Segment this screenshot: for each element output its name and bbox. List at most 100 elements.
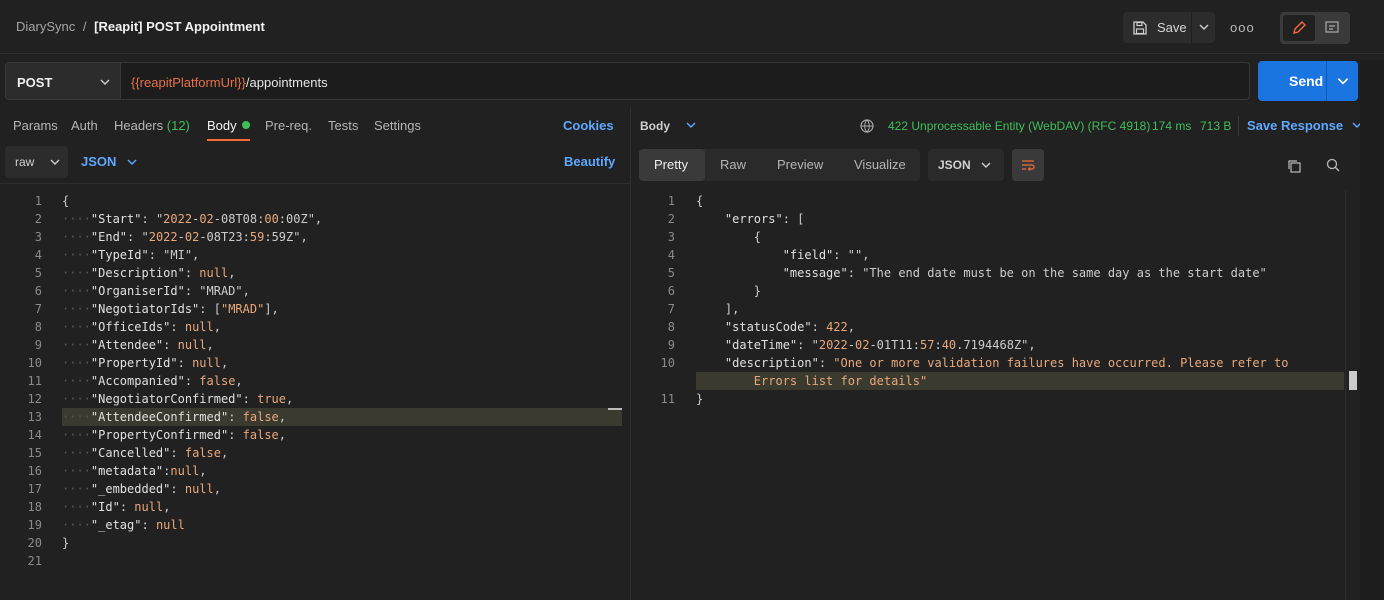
line-number: 17: [27, 482, 42, 496]
line-number: 4: [34, 248, 42, 262]
panel-separator: [0, 183, 630, 184]
code-line: }: [753, 284, 762, 298]
scroll-thumb[interactable]: [1349, 371, 1357, 390]
save-button[interactable]: Save: [1123, 12, 1215, 43]
request-title[interactable]: [Reapit] POST Appointment: [94, 19, 265, 34]
tab-body-label: Body: [207, 118, 237, 133]
more-options-icon[interactable]: ooo: [1230, 20, 1255, 35]
wrap-lines-button[interactable]: [1012, 149, 1044, 181]
cookies-link[interactable]: Cookies: [563, 118, 614, 133]
response-body-label: Body: [640, 119, 670, 133]
line-number: 15: [27, 446, 42, 460]
view-raw[interactable]: Raw: [720, 157, 746, 172]
copy-icon[interactable]: [1286, 158, 1302, 174]
line-number: 7: [34, 302, 42, 316]
search-icon[interactable]: [1325, 157, 1341, 173]
code-line: ····"OfficeIds": null,: [62, 320, 221, 334]
code-line: ····"Attendee": null,: [62, 338, 214, 352]
code-line: ],: [724, 302, 740, 316]
code-line: "message": "The end date must be on the …: [782, 266, 1267, 280]
line-numbers: 1 2 3 4 5 6 7 8 9 10 11 12 13 14 15 16 17 18 19 20 21: [0, 192, 42, 570]
code-line: ····"Description": null,: [62, 266, 236, 280]
right-sidebar-edge: [1360, 60, 1384, 600]
line-number: 7: [667, 302, 675, 316]
tab-params[interactable]: Params: [13, 118, 58, 133]
request-header: DiarySync / [Reapit] POST Appointment Sa…: [0, 0, 1384, 54]
response-size[interactable]: 713 B: [1200, 119, 1231, 133]
url-path: /appointments: [245, 75, 328, 90]
line-number: 8: [667, 320, 675, 334]
chevron-down-icon[interactable]: [1198, 21, 1210, 33]
body-mode-select[interactable]: raw: [5, 146, 68, 178]
divider: [1238, 116, 1239, 136]
line-number: 9: [667, 338, 675, 352]
edit-mode-button[interactable]: [1283, 15, 1315, 41]
line-number: [636, 372, 675, 390]
breadcrumb: DiarySync / [Reapit] POST Appointment: [16, 19, 265, 34]
code-line: ····"_embedded": null,: [62, 482, 221, 496]
save-icon: [1133, 20, 1147, 35]
response-time[interactable]: 174 ms: [1152, 119, 1191, 133]
response-body-select[interactable]: Body: [640, 119, 697, 133]
chevron-down-icon: [981, 162, 991, 168]
line-number: 2: [667, 212, 675, 226]
line-number: 4: [667, 248, 675, 262]
line-number: 12: [27, 392, 42, 406]
breadcrumb-workspace[interactable]: DiarySync: [16, 19, 75, 34]
line-number: 13: [27, 410, 42, 424]
body-language-select[interactable]: JSON: [81, 154, 116, 169]
request-body-editor[interactable]: 1 2 3 4 5 6 7 8 9 10 11 12 13 14 15 16 17 18 19 20 21 {····"…: [0, 192, 622, 600]
code-line: ····"OrganiserId": "MRAD",: [62, 284, 250, 298]
method-select[interactable]: POST: [5, 62, 121, 100]
line-numbers: 1 2 3 4 5 6 7 8 9 10 11: [636, 192, 675, 408]
line-number: 2: [34, 212, 42, 226]
save-label: Save: [1157, 20, 1187, 35]
send-button[interactable]: Send: [1258, 61, 1358, 101]
chevron-down-icon[interactable]: [126, 156, 138, 168]
body-indicator-dot: [241, 121, 250, 129]
code-line: "description": "One or more validation f…: [724, 356, 1289, 370]
tab-settings[interactable]: Settings: [374, 118, 421, 133]
response-format-label: JSON: [938, 158, 971, 172]
vertical-scrollbar[interactable]: [1345, 190, 1346, 600]
save-response-label: Save Response: [1247, 118, 1344, 133]
network-globe-icon[interactable]: [859, 118, 875, 134]
tab-tests[interactable]: Tests: [328, 118, 358, 133]
chevron-down-icon: [50, 159, 60, 165]
view-visualize[interactable]: Visualize: [854, 157, 906, 172]
pencil-icon: [1293, 21, 1306, 34]
response-body-viewer[interactable]: 1 2 3 4 5 6 7 8 9 10 11 { "errors": [ { "field": …: [636, 192, 1344, 600]
url-input[interactable]: {{reapitPlatformUrl}}/appointments: [121, 62, 1250, 100]
code-line: ····"Id": null,: [62, 500, 171, 514]
editor-sidebar-toggle: [1280, 12, 1350, 44]
code-line: ····"metadata":null,: [62, 464, 207, 478]
line-number: 8: [34, 320, 42, 334]
tab-prereq[interactable]: Pre-req.: [265, 118, 312, 133]
line-number: 5: [667, 266, 675, 280]
save-response-button[interactable]: Save Response: [1247, 118, 1363, 133]
response-format-select[interactable]: JSON: [928, 149, 1004, 181]
tab-body[interactable]: Body: [207, 118, 250, 133]
status-code[interactable]: 422 Unprocessable Entity (WebDAV) (RFC 4…: [888, 119, 1150, 133]
chevron-down-icon: [100, 79, 110, 85]
beautify-button[interactable]: Beautify: [564, 154, 615, 169]
line-number: 6: [667, 284, 675, 298]
breadcrumb-separator: /: [82, 19, 87, 34]
code-line: ····"Cancelled": false,: [62, 446, 229, 460]
view-preview[interactable]: Preview: [777, 157, 823, 172]
line-number: 20: [27, 536, 42, 550]
code-line: ····"TypeId": "MI",: [62, 248, 200, 262]
url-variable: {{reapitPlatformUrl}}: [131, 75, 246, 90]
line-number: 21: [27, 554, 42, 568]
code-line: ····"NegotiatorIds": ["MRAD"],: [62, 302, 279, 316]
view-pretty[interactable]: Pretty: [654, 157, 688, 172]
comments-icon[interactable]: [1324, 20, 1340, 36]
code-line: ····"AttendeeConfirmed": false,: [62, 410, 287, 424]
tab-headers[interactable]: Headers (12): [114, 118, 190, 133]
pane-divider[interactable]: [630, 108, 631, 600]
tab-auth[interactable]: Auth: [71, 118, 98, 133]
line-number: 1: [667, 194, 675, 208]
line-number: 16: [27, 464, 42, 478]
chevron-down-icon[interactable]: [1336, 74, 1350, 88]
send-label: Send: [1289, 73, 1324, 89]
